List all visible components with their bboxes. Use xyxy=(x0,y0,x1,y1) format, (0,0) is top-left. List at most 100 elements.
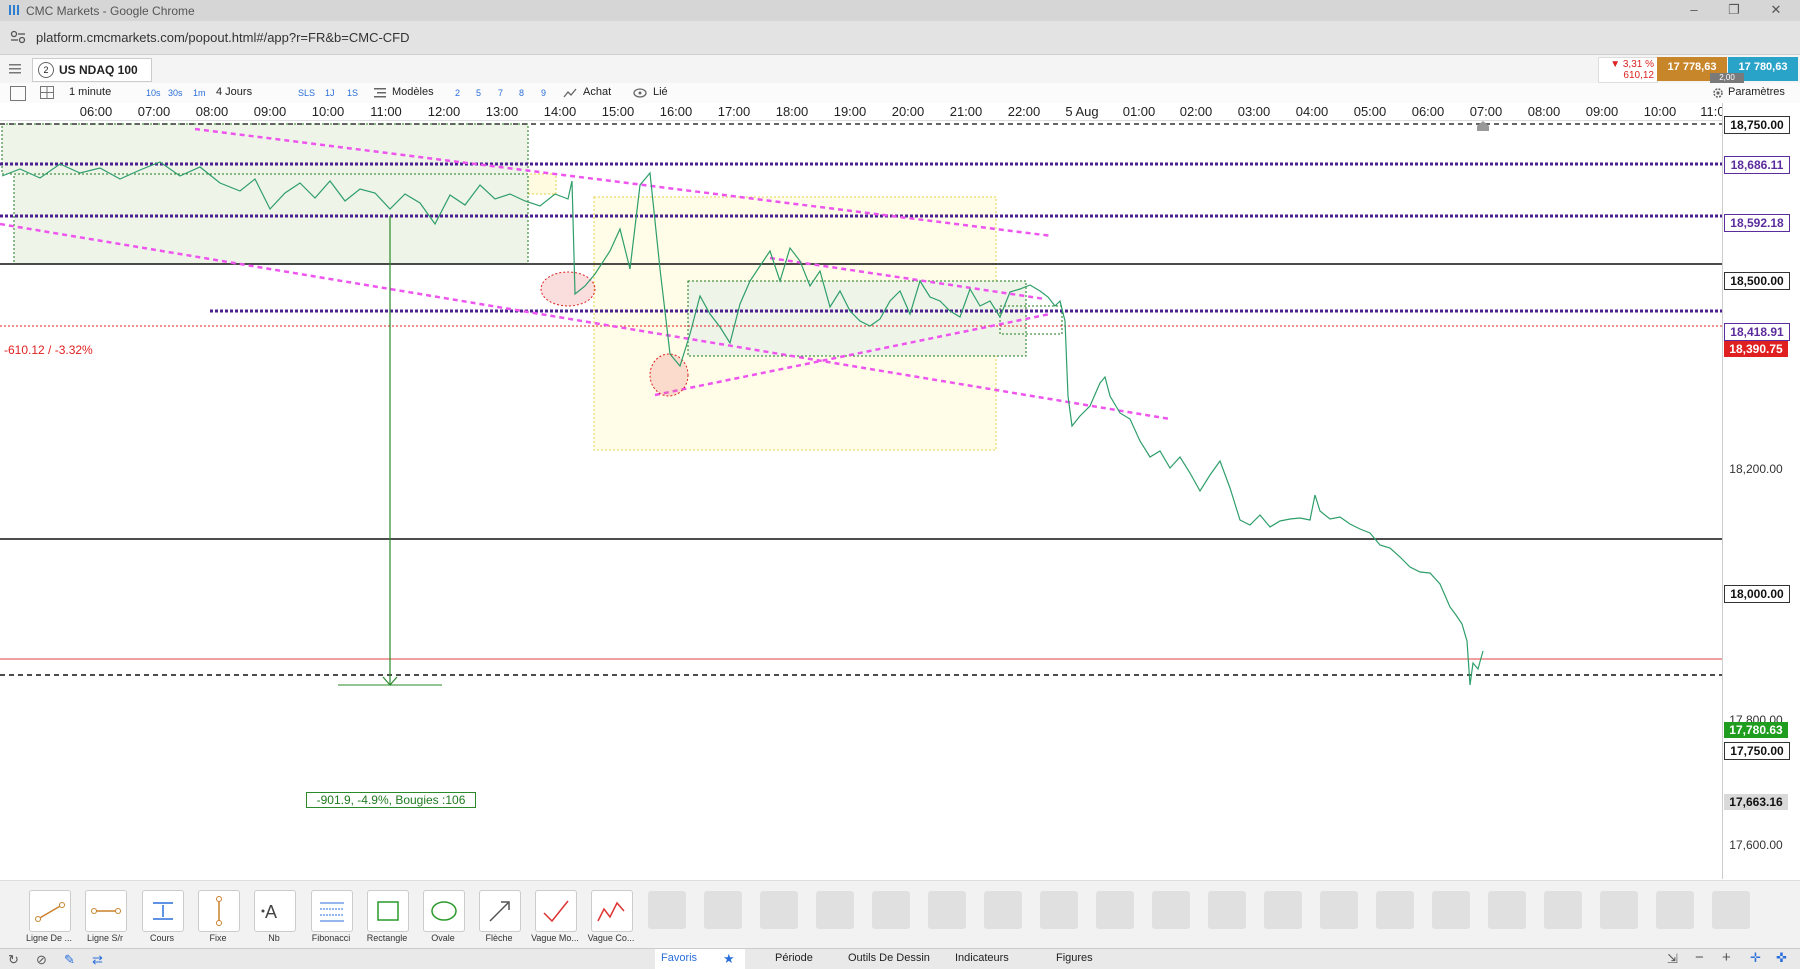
range-box[interactable] xyxy=(1,123,529,175)
url-text[interactable]: platform.cmcmarkets.com/popout.html#/app… xyxy=(36,30,410,45)
highlight-oval[interactable] xyxy=(540,271,596,307)
minimize-icon[interactable]: – xyxy=(1686,2,1702,17)
empty-tool-slot[interactable] xyxy=(1432,891,1470,929)
price-label: 18,200.00 xyxy=(1729,462,1783,476)
empty-tool-slot[interactable] xyxy=(648,891,686,929)
empty-tool-slot[interactable] xyxy=(1544,891,1582,929)
time-tick: 11:00 xyxy=(370,104,402,119)
models-icon xyxy=(373,87,387,99)
interval-select[interactable]: 1 minute xyxy=(69,86,111,98)
browser-title-bar: CMC Markets - Google Chrome – ❐ ✕ xyxy=(0,0,1800,21)
scroll-marker-icon[interactable] xyxy=(1476,120,1490,132)
spread-badge: 2,00 xyxy=(1710,73,1744,83)
tab-indicateurs[interactable]: Indicateurs xyxy=(955,952,1009,964)
fixed-tool-icon xyxy=(216,896,222,926)
wave-c-icon xyxy=(597,901,625,922)
crosshair-icon[interactable]: ✛ xyxy=(1750,950,1761,966)
empty-tool-slot[interactable] xyxy=(928,891,966,929)
time-tick: 08:00 xyxy=(1527,104,1561,119)
empty-tool-slot[interactable] xyxy=(704,891,742,929)
empty-tool-slot[interactable] xyxy=(1656,891,1694,929)
zoom-in-icon[interactable]: + xyxy=(1722,949,1731,966)
tool-label: Cours xyxy=(149,933,174,943)
line-tool-button[interactable] xyxy=(29,890,71,932)
empty-tool-slot[interactable] xyxy=(984,891,1022,929)
range-box[interactable] xyxy=(13,173,529,265)
model-5-button[interactable]: 5 xyxy=(476,88,481,98)
sr-line-tool-button[interactable] xyxy=(85,890,127,932)
settings-button[interactable]: Paramètres xyxy=(1728,86,1785,98)
price-tool-button[interactable] xyxy=(142,890,184,932)
wave-c-tool-button[interactable] xyxy=(591,890,633,932)
tab-figures[interactable]: Figures xyxy=(1056,952,1093,964)
site-info-icon[interactable] xyxy=(9,29,27,45)
time-tick: 05:00 xyxy=(1353,104,1387,119)
gear-icon[interactable] xyxy=(1712,87,1724,99)
empty-tool-slot[interactable] xyxy=(1096,891,1134,929)
empty-tool-slot[interactable] xyxy=(872,891,910,929)
close-icon[interactable]: ✕ xyxy=(1768,2,1784,18)
time-tick: 18:00 xyxy=(775,104,809,119)
crosshair-alt-icon[interactable]: ✜ xyxy=(1776,950,1787,966)
time-tick: 20:00 xyxy=(891,104,925,119)
fibonacci-icon xyxy=(320,902,344,922)
range-sls-button[interactable]: SLS xyxy=(298,88,315,98)
model-9-button[interactable]: 9 xyxy=(541,88,546,98)
empty-tool-slot[interactable] xyxy=(1152,891,1190,929)
fixed-tool-button[interactable] xyxy=(198,890,240,932)
interval-1m-button[interactable]: 1m xyxy=(193,88,206,98)
range-1j-button[interactable]: 1J xyxy=(325,88,335,98)
tab-outils-de-dessin[interactable]: Outils De Dessin xyxy=(848,952,930,964)
arrow-tool-button[interactable] xyxy=(479,890,521,932)
achat-icon xyxy=(563,87,577,99)
text-tool-button[interactable]: A xyxy=(254,890,296,932)
achat-button[interactable]: Achat xyxy=(583,86,611,98)
measure-label[interactable]: -901.9, -4.9%, Bougies :106 xyxy=(306,792,476,808)
price-label: 18,000.00 xyxy=(1724,585,1790,603)
tab-favoris[interactable]: Favoris ★ xyxy=(655,949,745,969)
model-7-button[interactable]: 7 xyxy=(498,88,503,98)
tool-label: Ligne S/r xyxy=(86,933,124,943)
model-2-button[interactable]: 2 xyxy=(455,88,460,98)
rectangle-tool-button[interactable] xyxy=(367,890,409,932)
price-label: 17,750.00 xyxy=(1724,742,1790,760)
empty-tool-slot[interactable] xyxy=(760,891,798,929)
price-chart[interactable] xyxy=(0,121,1722,879)
empty-tool-slot[interactable] xyxy=(1712,891,1750,929)
range-select[interactable]: 4 Jours xyxy=(216,86,252,98)
tab-periode[interactable]: Période xyxy=(775,952,813,964)
menu-icon[interactable] xyxy=(8,62,22,76)
fibonacci-tool-button[interactable] xyxy=(311,890,353,932)
empty-tool-slot[interactable] xyxy=(1320,891,1358,929)
list-view-icon[interactable] xyxy=(10,86,26,101)
refresh-icon[interactable]: ↻ xyxy=(8,952,22,967)
time-tick: 08:00 xyxy=(195,104,229,119)
range-1s-button[interactable]: 1S xyxy=(347,88,358,98)
lie-button[interactable]: Lié xyxy=(653,86,668,98)
interval-30s-button[interactable]: 30s xyxy=(168,88,183,98)
empty-tool-slot[interactable] xyxy=(1040,891,1078,929)
empty-tool-slot[interactable] xyxy=(816,891,854,929)
arrows-icon[interactable]: ⇄ xyxy=(92,952,106,967)
cancel-icon[interactable]: ⊘ xyxy=(36,952,50,967)
pencil-icon[interactable]: ✎ xyxy=(64,952,78,967)
empty-tool-slot[interactable] xyxy=(1208,891,1246,929)
instrument-tab[interactable]: 2 US NDAQ 100 xyxy=(32,58,152,82)
maximize-icon[interactable]: ❐ xyxy=(1726,2,1742,18)
fit-icon[interactable]: ⇲ xyxy=(1667,951,1678,967)
price-label: 18,418.91 xyxy=(1724,323,1790,341)
interval-10s-button[interactable]: 10s xyxy=(146,88,161,98)
price-label: 18,500.00 xyxy=(1724,272,1790,290)
empty-tool-slot[interactable] xyxy=(1264,891,1302,929)
zoom-out-icon[interactable]: − xyxy=(1695,949,1704,966)
rectangle-icon xyxy=(377,901,399,921)
models-button[interactable]: Modèles xyxy=(392,86,434,98)
empty-tool-slot[interactable] xyxy=(1488,891,1526,929)
empty-tool-slot[interactable] xyxy=(1376,891,1414,929)
empty-tool-slot[interactable] xyxy=(1600,891,1638,929)
layout-grid-icon[interactable] xyxy=(40,86,54,99)
model-8-button[interactable]: 8 xyxy=(519,88,524,98)
wave-m-tool-button[interactable] xyxy=(535,890,577,932)
instrument-toolbar: 2 US NDAQ 100 ▼ 3,31 % 610,12 17 778,63 … xyxy=(0,55,1800,84)
oval-tool-button[interactable] xyxy=(423,890,465,932)
